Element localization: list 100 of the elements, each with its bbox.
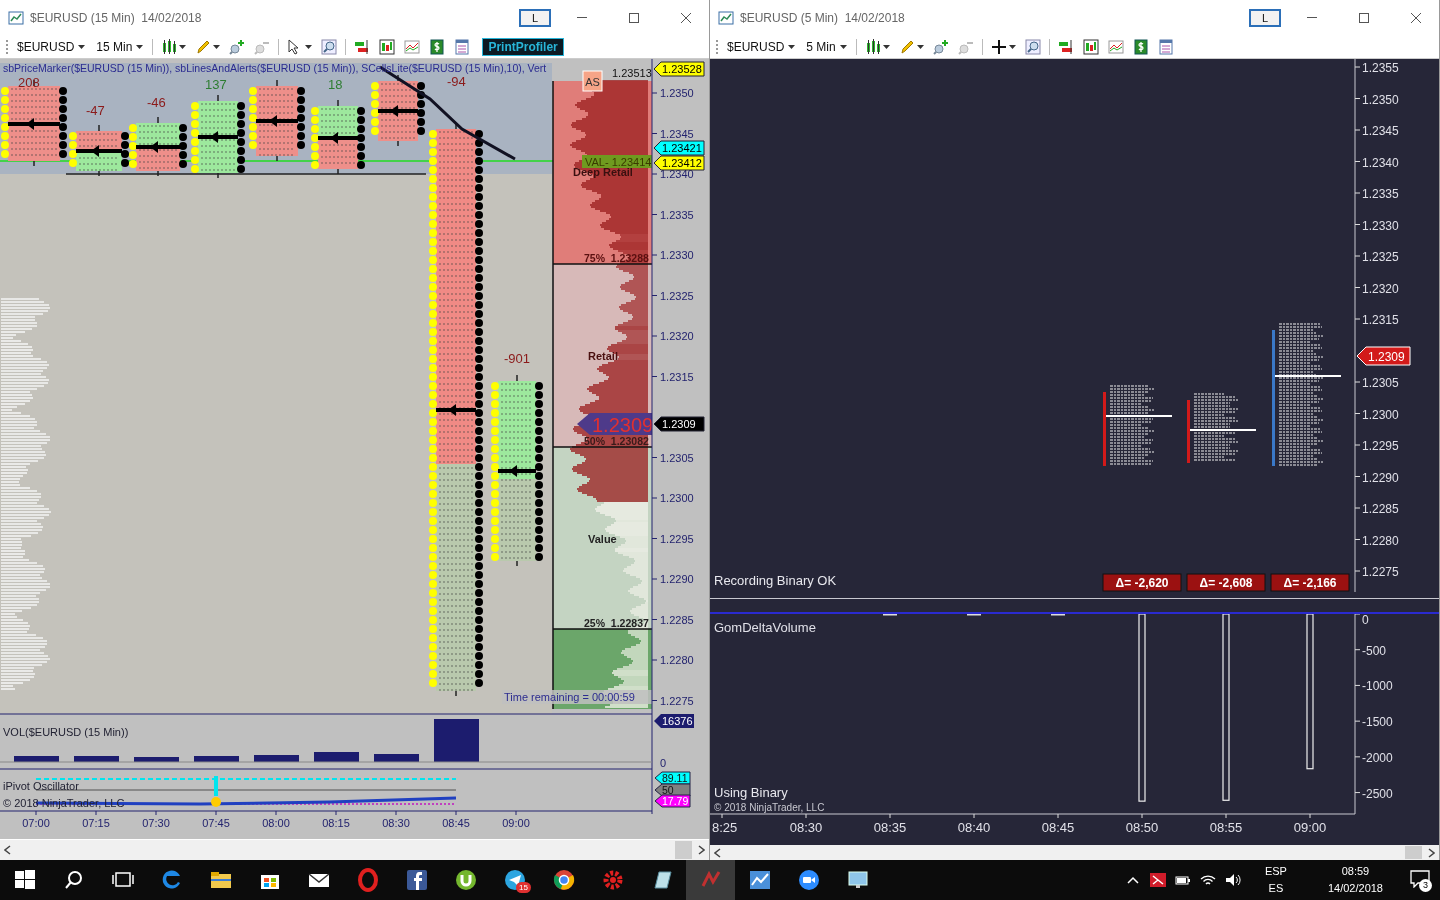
footprint-bar xyxy=(129,116,187,177)
delta-value: -901 xyxy=(504,351,531,366)
axis-label: 1.2300 xyxy=(1362,407,1399,422)
scroll-thumb[interactable] xyxy=(1405,846,1422,859)
zoomin-icon xyxy=(229,38,246,55)
bars-icon xyxy=(864,38,881,55)
axis-label: 07:45 xyxy=(202,817,230,829)
percent-label: 25% 1.22837 xyxy=(584,617,649,629)
language-indicator[interactable]: ESP ES xyxy=(1258,862,1293,898)
axis-label: 1.2295 xyxy=(1362,439,1399,453)
price-marker: 1.2309 xyxy=(653,416,705,432)
axis-label: 1.2335 xyxy=(1362,187,1399,201)
axis-label: 1.2300 xyxy=(660,492,694,504)
price-marker: 1.23412 xyxy=(653,155,705,171)
dollar-icon xyxy=(429,38,446,55)
axis-label: 1.2290 xyxy=(1362,470,1399,485)
speaker-icon[interactable] xyxy=(1223,872,1242,888)
axis-label: 08:30 xyxy=(382,817,410,829)
layout-button[interactable]: L xyxy=(519,8,551,27)
dollar-icon xyxy=(1132,38,1149,55)
close-icon xyxy=(1411,12,1421,23)
val-label: VAL- 1.23414 xyxy=(582,155,652,168)
panel-title: GomDeltaVolume xyxy=(714,620,816,635)
axis-label: 1.2290 xyxy=(660,573,694,585)
axis-label: 1.2315 xyxy=(660,370,694,383)
axis-label: 1.2280 xyxy=(660,654,694,666)
axis-label: 1.2320 xyxy=(1362,281,1399,296)
scroll-thumb[interactable] xyxy=(675,841,692,859)
layout-button[interactable]: L xyxy=(1249,8,1281,27)
torrent-icon xyxy=(453,868,478,892)
axis-label: 1.2325 xyxy=(660,289,694,302)
axis-label: 0 xyxy=(1362,613,1369,627)
cross-icon xyxy=(990,38,1007,55)
delta-value: 208 xyxy=(18,75,40,90)
maximize-icon xyxy=(1359,12,1369,23)
search-icon xyxy=(321,38,338,55)
pencil-icon xyxy=(898,38,915,55)
app-tray-icon[interactable] xyxy=(1148,872,1167,888)
delta-label: Δ= -2,620 xyxy=(1102,573,1182,592)
axis-label: 1.2355 xyxy=(1362,61,1399,75)
axis-label: 08:50 xyxy=(1125,820,1159,835)
zoomin-icon xyxy=(932,38,949,55)
clock[interactable]: 08:59 14/02/2018 xyxy=(1321,862,1389,898)
delta-label: Δ= -2,166 xyxy=(1270,573,1350,592)
candles-icon xyxy=(379,38,396,55)
app-icon xyxy=(8,9,24,26)
axis-label: -1000 xyxy=(1362,679,1393,694)
interval-dropdown[interactable]: 5 Min xyxy=(802,39,851,54)
price-marker: 1.23528 xyxy=(653,61,705,77)
grip-handle[interactable] xyxy=(6,39,10,54)
strat-icon xyxy=(354,38,371,55)
scroll-left-icon[interactable] xyxy=(714,847,721,858)
axis-label: 1.2275 xyxy=(1362,565,1399,579)
props-icon xyxy=(1157,38,1174,55)
price-marker: 1.23421 xyxy=(653,140,705,156)
scroll-right-icon[interactable] xyxy=(698,845,705,855)
indicator-marker: 89.11 xyxy=(654,771,691,785)
scroll-right-icon[interactable] xyxy=(1428,847,1435,858)
delta-value: 18 xyxy=(328,77,343,92)
axis-label: 1.2350 xyxy=(1362,92,1399,107)
window-title: $EURUSD (5 Min) 14/02/2018 xyxy=(740,10,905,25)
axis-label: 8:25 xyxy=(712,820,738,835)
grip-handle[interactable] xyxy=(716,39,720,54)
instrument-dropdown[interactable]: $EURUSD xyxy=(13,39,90,54)
axis-label: 08:45 xyxy=(1041,820,1075,835)
social-icon xyxy=(404,868,429,892)
price-label: 1.23513 xyxy=(612,67,652,79)
panel-title: VOL($EURUSD (15 Min)) xyxy=(3,726,129,738)
print-profiler-button[interactable]: PrintProfiler xyxy=(482,37,564,56)
interval-dropdown[interactable]: 15 Min xyxy=(92,39,148,54)
axis-label: 08:35 xyxy=(873,820,907,835)
axis-label: 1.2285 xyxy=(660,613,694,626)
caret-icon xyxy=(916,44,924,49)
axis-label: 07:15 xyxy=(82,817,110,829)
caret-icon xyxy=(839,44,847,49)
axis-label: 1.2330 xyxy=(660,249,694,261)
as-button[interactable]: AS xyxy=(582,70,603,92)
instrument-dropdown[interactable]: $EURUSD xyxy=(723,39,800,54)
zone-label: Retail xyxy=(588,350,618,362)
scroll-left-icon[interactable] xyxy=(4,845,11,855)
footprint-bar xyxy=(69,124,129,177)
axis-label: -500 xyxy=(1362,643,1387,658)
candles-icon xyxy=(1082,38,1099,55)
axis-label: 1.2325 xyxy=(1362,250,1399,264)
axis-label: 08:15 xyxy=(322,817,350,829)
delta-value: -47 xyxy=(86,103,105,118)
axis-label: 1.2340 xyxy=(660,168,694,180)
caret-icon xyxy=(78,44,86,49)
axis-label: 08:30 xyxy=(789,820,823,835)
axis-label: 08:45 xyxy=(442,817,470,829)
panel-title: iPivot Oscillator xyxy=(3,780,79,792)
axis-label: 1.2285 xyxy=(1362,502,1399,516)
copyright-text: © 2018 NinjaTrader, LLC xyxy=(714,802,825,813)
chart-icon xyxy=(747,868,772,892)
bars-icon xyxy=(161,38,178,55)
axis-label: 1.2345 xyxy=(660,127,694,140)
axis-label: 1.2350 xyxy=(660,87,694,99)
delta-value: 137 xyxy=(205,77,227,92)
delta-value: -46 xyxy=(147,95,166,110)
telegram-button[interactable]: 15 xyxy=(490,860,539,900)
